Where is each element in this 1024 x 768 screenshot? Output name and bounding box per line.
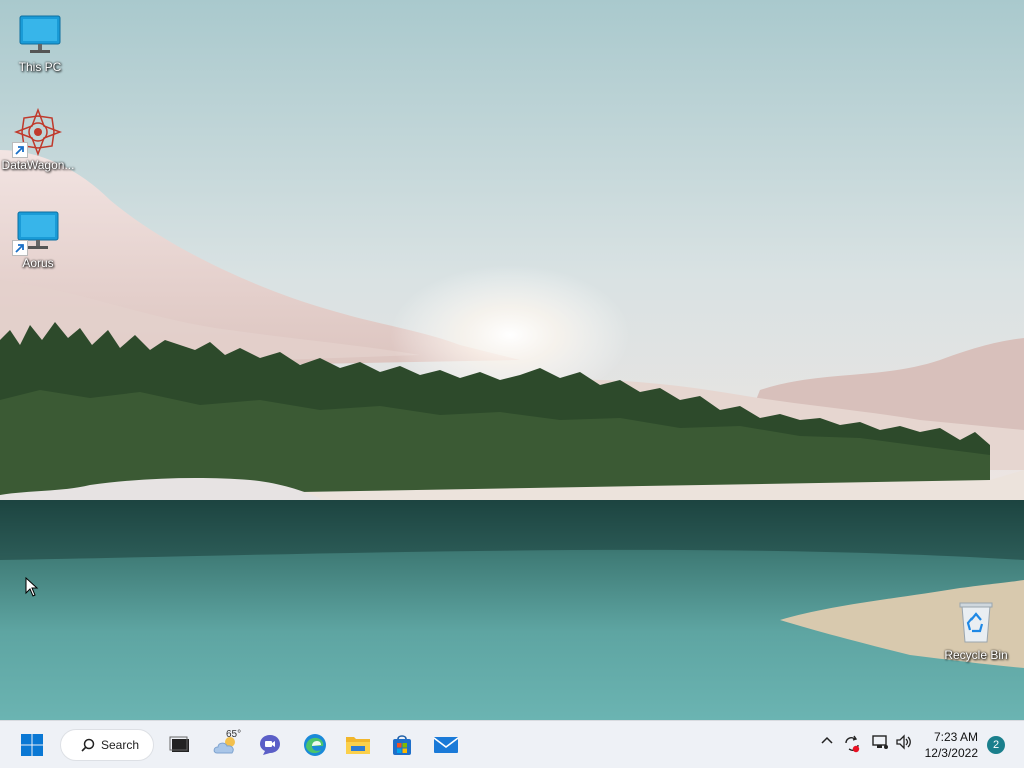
- mail-button[interactable]: [428, 727, 464, 763]
- chevron-up-icon: [821, 736, 833, 744]
- folder-icon: [346, 737, 370, 754]
- task-view-icon: [169, 736, 189, 752]
- desktop-icon-recycle-bin[interactable]: Recycle Bin: [936, 592, 1016, 662]
- desktop-icon-label: Aorus: [22, 256, 54, 270]
- chat-button[interactable]: [252, 727, 288, 763]
- desktop-icon-aorus[interactable]: Aorus: [0, 200, 78, 270]
- start-button[interactable]: [14, 727, 50, 763]
- taskbar-clock[interactable]: 7:23 AM 12/3/2022: [925, 729, 978, 761]
- network-icon: [872, 735, 888, 749]
- search-icon: [81, 738, 95, 752]
- search-label: Search: [101, 738, 140, 752]
- desktop-icon-label: DataWagon...: [1, 158, 75, 172]
- clock-time: 7:23 AM: [933, 730, 978, 744]
- notification-count-badge[interactable]: 2: [987, 736, 1005, 754]
- edge-icon: [304, 734, 326, 756]
- desktop-icon-label: This PC: [18, 60, 62, 74]
- speaker-icon: [896, 734, 911, 750]
- task-view-button[interactable]: [162, 727, 198, 763]
- shortcut-arrow-icon: [12, 142, 28, 158]
- edge-browser-button[interactable]: [297, 727, 333, 763]
- mouse-cursor-icon: [25, 576, 39, 602]
- volume-button[interactable]: [895, 733, 913, 756]
- file-explorer-button[interactable]: [340, 727, 376, 763]
- desktop-icon-this-pc[interactable]: This PC: [0, 4, 80, 74]
- datawagon-icon: [12, 107, 63, 158]
- sync-error-icon: [845, 735, 860, 753]
- chat-icon: [260, 735, 280, 755]
- clock-date: 12/3/2022: [924, 746, 978, 760]
- recycle-bin-icon: [952, 598, 1000, 646]
- microsoft-store-button[interactable]: [384, 727, 420, 763]
- store-icon: [393, 735, 411, 755]
- desktop-wallpaper: [0, 0, 1024, 720]
- desktop-icon-label: Recycle Bin: [944, 648, 1008, 662]
- monitor-icon: [12, 206, 62, 256]
- taskbar: Search 65° 7:23 AM 12/3/2022 2: [0, 720, 1024, 768]
- shortcut-arrow-icon: [12, 240, 28, 256]
- sync-status-button[interactable]: [843, 735, 861, 758]
- windows-logo-icon: [21, 734, 43, 756]
- desktop-icon-datawagon[interactable]: DataWagon...: [0, 102, 78, 172]
- monitor-icon: [16, 10, 64, 58]
- taskbar-search-box[interactable]: Search: [60, 729, 154, 761]
- weather-temperature: 65°: [226, 729, 242, 740]
- show-hidden-icons-button[interactable]: [820, 733, 834, 752]
- mail-icon: [433, 737, 459, 753]
- network-button[interactable]: [871, 733, 889, 756]
